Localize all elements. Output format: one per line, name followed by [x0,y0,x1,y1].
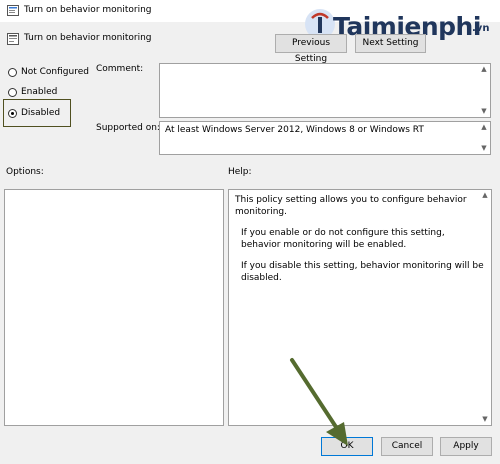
radio-button[interactable] [8,87,17,97]
scroll-up-icon[interactable]: ▲ [480,190,490,200]
options-pane [4,189,224,426]
radio-label: Enabled [21,87,58,97]
scroll-down-icon[interactable]: ▼ [479,106,489,116]
supported-on-value: At least Windows Server 2012, Windows 8 … [159,121,491,155]
help-paragraph: If you enable or do not configure this s… [241,228,445,250]
help-pane: This policy setting allows you to config… [228,189,492,426]
annotation-arrow-icon [280,352,360,452]
scroll-down-icon[interactable]: ▼ [479,143,489,153]
supported-on-label: Supported on: [96,123,160,133]
options-label: Options: [6,167,44,177]
next-setting-button[interactable]: Next Setting [355,34,426,53]
radio-label: Disabled [21,108,61,118]
radio-button-selected[interactable] [8,108,17,118]
scroll-up-icon[interactable]: ▲ [479,122,489,132]
comment-textarea[interactable] [159,63,491,118]
radio-button[interactable] [8,67,17,77]
apply-button[interactable]: Apply [440,437,492,456]
scroll-up-icon[interactable]: ▲ [479,64,489,74]
policy-setting-icon [7,33,19,45]
radio-enabled[interactable]: Enabled [8,85,57,99]
help-label: Help: [228,167,252,177]
radio-label: Not Configured [21,67,89,77]
cancel-button[interactable]: Cancel [381,437,433,456]
scroll-down-icon[interactable]: ▼ [480,414,490,424]
help-paragraph: This policy setting allows you to config… [235,195,467,217]
help-paragraph: If you disable this setting, behavior mo… [241,261,484,283]
window-title: Turn on behavior monitoring [24,5,152,15]
radio-disabled[interactable]: Disabled [8,106,60,120]
previous-setting-button[interactable]: Previous Setting [275,34,347,64]
watermark-suffix: .vn [472,23,490,34]
policy-window-icon [7,5,19,16]
comment-label: Comment: [96,64,144,74]
policy-name: Turn on behavior monitoring [24,33,152,43]
radio-not-configured[interactable]: Not Configured [8,65,89,79]
